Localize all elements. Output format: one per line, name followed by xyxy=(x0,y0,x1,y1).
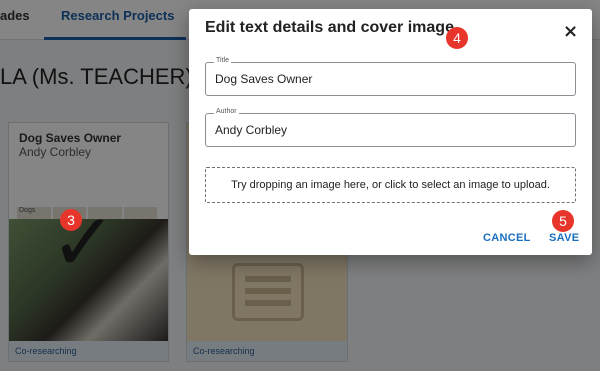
author-field-label: Author xyxy=(214,108,239,115)
title-field: Title xyxy=(205,57,576,96)
close-icon[interactable]: × xyxy=(563,21,578,42)
step-badge: 5 xyxy=(552,210,574,232)
author-input[interactable] xyxy=(215,123,565,137)
step-badge: 4 xyxy=(446,27,468,49)
dialog-title: Edit text details and cover image xyxy=(205,19,454,36)
edit-details-dialog: Edit text details and cover image × Titl… xyxy=(189,9,592,255)
cancel-button[interactable]: CANCEL xyxy=(483,232,531,244)
title-input[interactable] xyxy=(215,72,565,86)
title-field-label: Title xyxy=(214,57,231,64)
author-field: Author xyxy=(205,108,576,147)
image-dropzone[interactable]: Try dropping an image here, or click to … xyxy=(205,167,576,203)
save-button[interactable]: SAVE xyxy=(549,232,579,244)
step-badge: 3 xyxy=(60,209,82,231)
